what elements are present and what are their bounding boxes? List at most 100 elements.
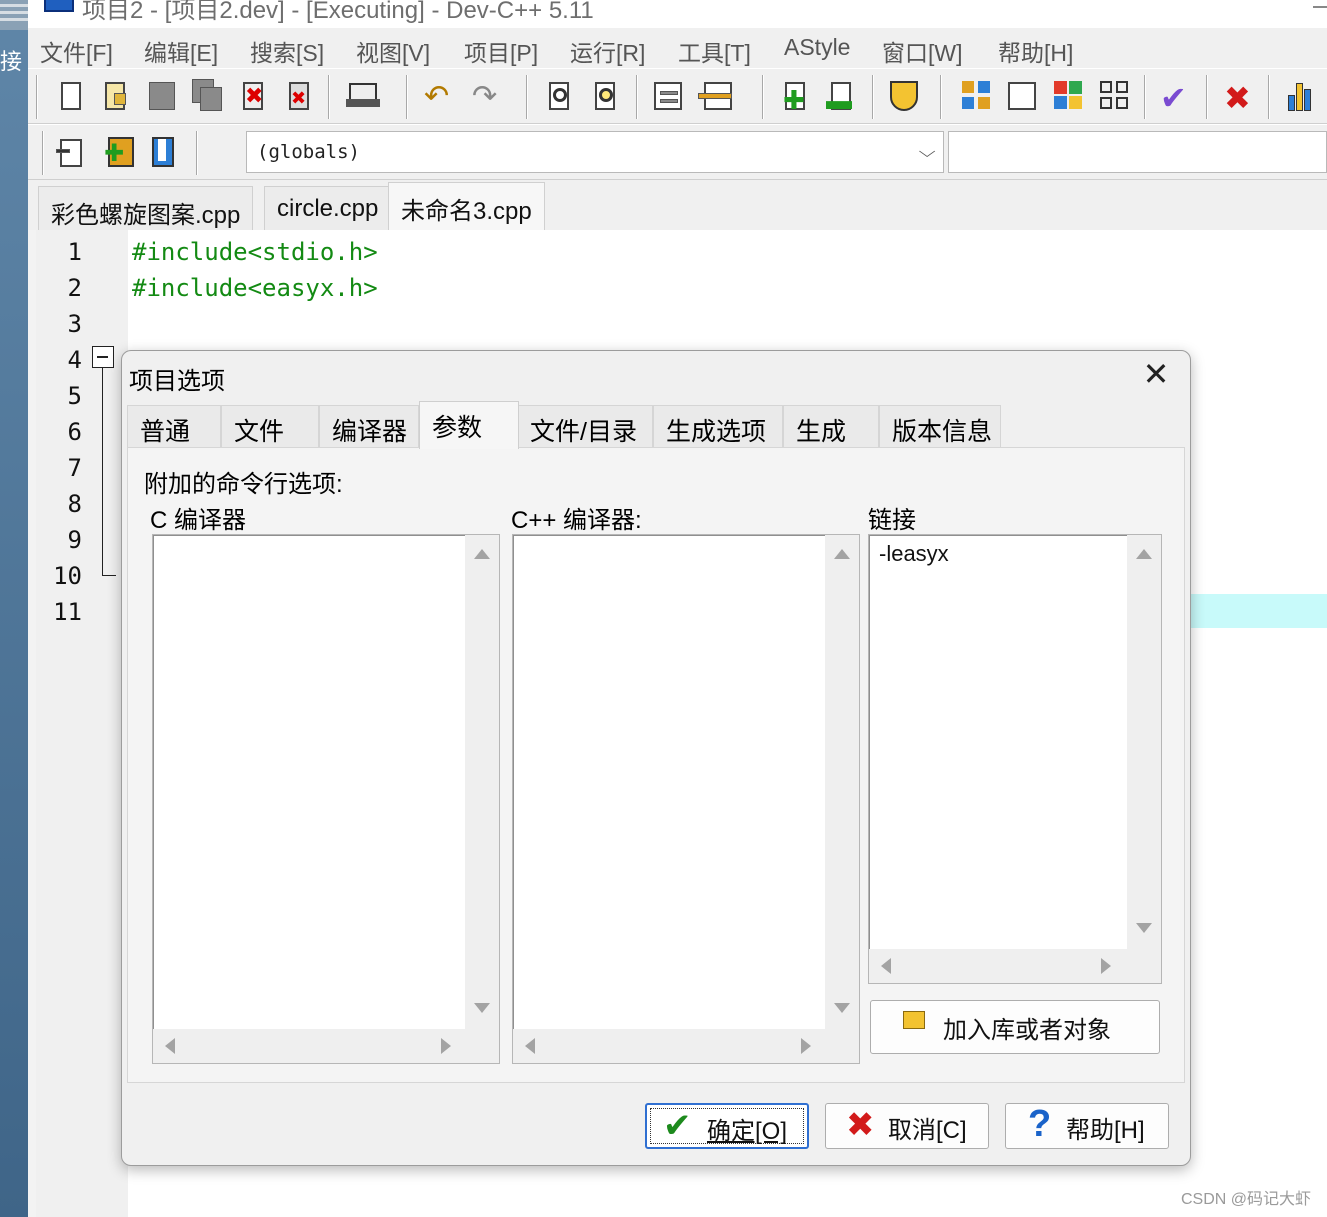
scroll-right-icon[interactable] xyxy=(1101,958,1111,974)
scroll-up-icon[interactable] xyxy=(834,549,850,559)
tab-general[interactable]: 普通 xyxy=(127,405,221,447)
toolbar-separator xyxy=(872,75,874,119)
vertical-scrollbar[interactable] xyxy=(1127,535,1161,949)
scope-dropdown[interactable]: (globals) ⌵ xyxy=(246,131,944,173)
fold-toggle-icon[interactable] xyxy=(92,346,114,368)
toolbar-separator xyxy=(1268,75,1270,119)
folder-icon xyxy=(903,1011,925,1029)
new-file-icon[interactable] xyxy=(56,79,88,113)
tab-compiler[interactable]: 编译器 xyxy=(319,405,419,447)
scroll-left-icon[interactable] xyxy=(881,958,891,974)
line-number: 4 xyxy=(67,346,82,374)
tab-files[interactable]: 文件 xyxy=(221,405,319,447)
linker-options-value: -leasyx xyxy=(879,541,949,566)
tab-directories[interactable]: 文件/目录 xyxy=(517,405,653,447)
add-to-project-icon[interactable]: ✚ xyxy=(780,79,812,115)
menu-file[interactable]: 文件[F] xyxy=(40,34,113,68)
cancel-label: 取消[C] xyxy=(888,1117,967,1144)
scroll-down-icon[interactable] xyxy=(1136,923,1152,933)
toolbar-separator xyxy=(196,131,198,175)
stop-icon[interactable]: ✖ xyxy=(1224,79,1256,116)
profile-icon[interactable] xyxy=(1284,79,1316,113)
menu-project[interactable]: 项目[P] xyxy=(464,34,538,68)
tab-unnamed3-cpp[interactable]: 未命名3.cpp xyxy=(388,182,545,230)
member-dropdown[interactable] xyxy=(948,131,1327,173)
vertical-scrollbar[interactable] xyxy=(825,535,859,1029)
menu-help[interactable]: 帮助[H] xyxy=(998,34,1073,68)
syntax-check-icon[interactable]: ✔ xyxy=(1160,79,1192,116)
code-line[interactable]: #include<easyx.h> xyxy=(132,274,378,302)
open-file-icon[interactable] xyxy=(100,79,132,113)
scroll-left-icon[interactable] xyxy=(525,1038,535,1054)
project-options-icon[interactable] xyxy=(888,79,920,113)
rebuild-icon[interactable] xyxy=(1098,79,1130,113)
linker-options-textarea[interactable]: -leasyx xyxy=(868,534,1162,984)
scroll-down-icon[interactable] xyxy=(474,1003,490,1013)
chevron-down-icon[interactable]: ⌵ xyxy=(918,144,935,162)
tab-build-options[interactable]: 生成选项 xyxy=(653,405,783,447)
menu-run[interactable]: 运行[R] xyxy=(570,34,645,68)
scope-dropdown-value: (globals) xyxy=(257,141,360,163)
scroll-up-icon[interactable] xyxy=(1136,549,1152,559)
toolbar-separator xyxy=(1206,75,1208,119)
scroll-down-icon[interactable] xyxy=(834,1003,850,1013)
close-file-icon[interactable]: ✖ xyxy=(238,79,270,113)
c-compiler-options-textarea[interactable] xyxy=(152,534,500,1064)
tab-spiral-cpp[interactable]: 彩色螺旋图案.cpp xyxy=(38,186,254,230)
vertical-scrollbar[interactable] xyxy=(465,535,499,1029)
scroll-right-icon[interactable] xyxy=(441,1038,451,1054)
ok-button[interactable]: ✔ 确定[O] xyxy=(645,1103,809,1149)
tab-build[interactable]: 生成 xyxy=(783,405,879,447)
compile-icon[interactable] xyxy=(960,79,992,113)
add-library-label: 加入库或者对象 xyxy=(943,1017,1111,1044)
current-line-highlight xyxy=(1186,594,1327,628)
c-compiler-label: C 编译器 xyxy=(150,507,246,534)
horizontal-scrollbar[interactable] xyxy=(869,949,1161,983)
help-label: 帮助[H] xyxy=(1066,1117,1145,1144)
replace-icon[interactable] xyxy=(590,79,622,113)
line-number: 9 xyxy=(67,526,82,554)
tab-circle-cpp[interactable]: circle.cpp xyxy=(264,186,392,230)
close-icon[interactable]: ✕ xyxy=(1136,357,1176,393)
save-icon[interactable] xyxy=(146,79,178,113)
scroll-left-icon[interactable] xyxy=(165,1038,175,1054)
menu-edit[interactable]: 编辑[E] xyxy=(144,34,218,68)
scroll-right-icon[interactable] xyxy=(801,1038,811,1054)
menu-window[interactable]: 窗口[W] xyxy=(882,34,963,68)
dialog-title: 项目选项 xyxy=(129,368,225,395)
goto-line-icon[interactable] xyxy=(698,79,732,113)
remove-from-project-icon[interactable]: ▬ xyxy=(826,79,858,115)
fold-line xyxy=(102,368,116,576)
menu-tools[interactable]: 工具[T] xyxy=(678,34,751,68)
class-browser-icon[interactable] xyxy=(56,135,88,169)
horizontal-scrollbar[interactable] xyxy=(153,1029,499,1063)
menu-search[interactable]: 搜索[S] xyxy=(250,34,324,68)
new-class-icon[interactable]: ✚ xyxy=(102,135,134,169)
help-button[interactable]: ? 帮助[H] xyxy=(1005,1103,1169,1149)
app-icon xyxy=(44,0,74,12)
toolbar-separator xyxy=(1144,75,1146,119)
find-icon[interactable] xyxy=(544,79,576,113)
code-line[interactable]: #include<stdio.h> xyxy=(132,238,378,266)
horizontal-scrollbar[interactable] xyxy=(513,1029,859,1063)
goto-icon[interactable] xyxy=(652,79,684,113)
cpp-compiler-options-textarea[interactable] xyxy=(512,534,860,1064)
run-icon[interactable] xyxy=(1006,79,1038,113)
add-library-button[interactable]: 加入库或者对象 xyxy=(870,1000,1160,1054)
compile-run-icon[interactable] xyxy=(1052,79,1084,113)
print-icon[interactable] xyxy=(346,79,380,113)
tab-version-info[interactable]: 版本信息 xyxy=(879,405,1001,447)
scroll-up-icon[interactable] xyxy=(474,549,490,559)
menu-astyle[interactable]: AStyle xyxy=(784,34,850,61)
tab-parameters[interactable]: 参数 xyxy=(419,401,519,449)
close-all-icon[interactable]: ✖ xyxy=(284,79,316,113)
insert-icon[interactable] xyxy=(148,135,180,169)
menu-view[interactable]: 视图[V] xyxy=(356,34,430,68)
save-all-icon[interactable] xyxy=(192,79,224,113)
line-number: 11 xyxy=(53,598,82,626)
minimize-icon[interactable] xyxy=(1313,0,1327,8)
redo-icon[interactable]: ↷ xyxy=(472,79,504,113)
watermark: CSDN @码记大虾 xyxy=(1180,1191,1311,1208)
cancel-button[interactable]: ✖ 取消[C] xyxy=(825,1103,989,1149)
undo-icon[interactable]: ↶ xyxy=(424,79,456,113)
